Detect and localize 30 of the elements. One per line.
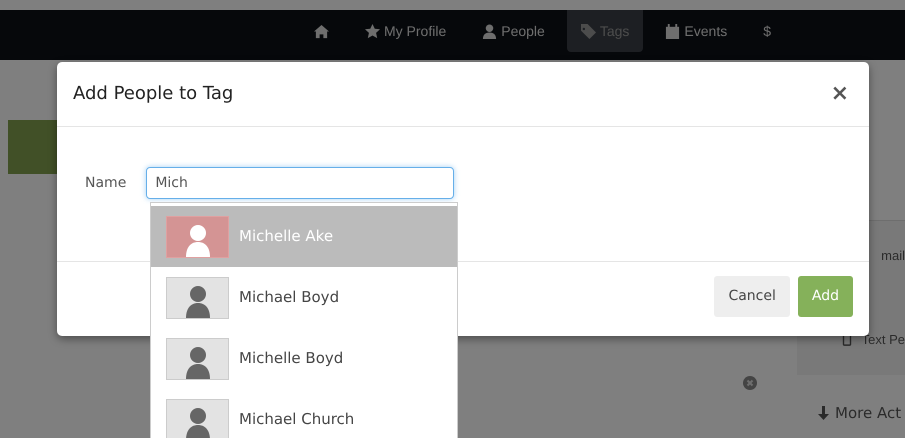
suggestion-item[interactable]: Michael Boyd — [151, 267, 457, 328]
person-name: Michelle Boyd — [239, 348, 344, 370]
action-link[interactable]: mail — [881, 246, 905, 266]
tag-icon — [580, 24, 596, 38]
home-icon — [314, 24, 329, 38]
star-icon — [365, 24, 380, 38]
nav-tab[interactable]: Events — [651, 10, 742, 52]
suggestion-item[interactable]: Michelle Boyd — [151, 328, 457, 389]
avatar-icon — [166, 338, 229, 380]
nav-tab[interactable]: $ — [749, 10, 786, 52]
person-icon — [482, 24, 498, 38]
down-arrow-icon — [817, 406, 830, 420]
name-field[interactable]: Mich — [146, 167, 454, 199]
avatar-icon — [166, 276, 229, 318]
nav-tab[interactable]: My Profile — [351, 10, 460, 52]
calendar-icon — [665, 24, 680, 38]
person-name: Michael Boyd — [239, 287, 340, 308]
action-link[interactable]: Text Pe — [862, 330, 905, 349]
add-button[interactable]: Add — [798, 276, 853, 317]
dialog-title: Add People to Tag — [73, 83, 234, 105]
suggestion-item[interactable]: Michael Church — [151, 389, 457, 438]
field-label: Name — [85, 174, 126, 193]
person-name: Michael Church — [239, 409, 354, 430]
close-button[interactable]: × — [826, 83, 853, 105]
nav-tab[interactable]: People — [468, 10, 559, 52]
highlight-banner — [8, 120, 57, 174]
avatar-icon — [166, 216, 229, 258]
cancel-button[interactable]: Cancel — [714, 276, 790, 317]
person-name: Michelle Ake — [239, 226, 334, 248]
more-actions-link[interactable]: More Act — [835, 402, 902, 424]
